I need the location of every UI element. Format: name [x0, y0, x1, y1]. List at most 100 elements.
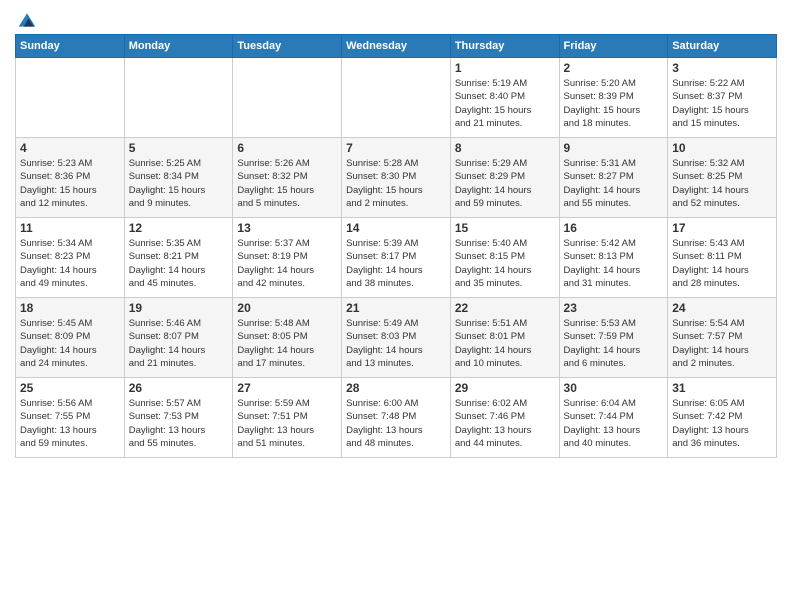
day-number: 9	[564, 141, 664, 155]
calendar-cell: 10 Sunrise: 5:32 AM Sunset: 8:25 PM Dayli…	[668, 138, 777, 218]
calendar-cell: 25 Sunrise: 5:56 AM Sunset: 7:55 PM Dayli…	[16, 378, 125, 458]
day-info: Sunrise: 6:02 AM Sunset: 7:46 PM Dayligh…	[455, 397, 555, 450]
day-number: 3	[672, 61, 772, 75]
day-number: 25	[20, 381, 120, 395]
day-number: 10	[672, 141, 772, 155]
calendar: SundayMondayTuesdayWednesdayThursdayFrid…	[15, 34, 777, 458]
day-number: 29	[455, 381, 555, 395]
day-info: Sunrise: 5:46 AM Sunset: 8:07 PM Dayligh…	[129, 317, 229, 370]
day-number: 26	[129, 381, 229, 395]
calendar-cell: 1 Sunrise: 5:19 AM Sunset: 8:40 PM Daylig…	[450, 58, 559, 138]
logo-text	[15, 10, 37, 30]
day-number: 5	[129, 141, 229, 155]
day-number: 13	[237, 221, 337, 235]
day-number: 6	[237, 141, 337, 155]
day-number: 31	[672, 381, 772, 395]
day-info: Sunrise: 5:23 AM Sunset: 8:36 PM Dayligh…	[20, 157, 120, 210]
calendar-col-header: Tuesday	[233, 35, 342, 58]
day-info: Sunrise: 5:25 AM Sunset: 8:34 PM Dayligh…	[129, 157, 229, 210]
day-info: Sunrise: 5:40 AM Sunset: 8:15 PM Dayligh…	[455, 237, 555, 290]
calendar-cell: 21Sunrise: 5:49 AM Sunset: 8:03 PM Dayli…	[342, 298, 451, 378]
day-number: 28	[346, 381, 446, 395]
calendar-cell	[233, 58, 342, 138]
day-info: Sunrise: 5:49 AM Sunset: 8:03 PM Dayligh…	[346, 317, 446, 370]
calendar-cell: 8Sunrise: 5:29 AM Sunset: 8:29 PM Daylig…	[450, 138, 559, 218]
calendar-week-row: 25 Sunrise: 5:56 AM Sunset: 7:55 PM Dayli…	[16, 378, 777, 458]
day-info: Sunrise: 6:05 AM Sunset: 7:42 PM Dayligh…	[672, 397, 772, 450]
calendar-cell: 17 Sunrise: 5:43 AM Sunset: 8:11 PM Dayli…	[668, 218, 777, 298]
calendar-col-header: Friday	[559, 35, 668, 58]
calendar-cell: 9 Sunrise: 5:31 AM Sunset: 8:27 PM Daylig…	[559, 138, 668, 218]
day-info: Sunrise: 5:37 AM Sunset: 8:19 PM Dayligh…	[237, 237, 337, 290]
header	[15, 10, 777, 26]
day-number: 15	[455, 221, 555, 235]
day-info: Sunrise: 5:32 AM Sunset: 8:25 PM Dayligh…	[672, 157, 772, 210]
calendar-cell: 27 Sunrise: 5:59 AM Sunset: 7:51 PM Dayli…	[233, 378, 342, 458]
calendar-cell: 12Sunrise: 5:35 AM Sunset: 8:21 PM Dayli…	[124, 218, 233, 298]
day-info: Sunrise: 5:39 AM Sunset: 8:17 PM Dayligh…	[346, 237, 446, 290]
day-number: 1	[455, 61, 555, 75]
calendar-col-header: Wednesday	[342, 35, 451, 58]
calendar-cell: 14 Sunrise: 5:39 AM Sunset: 8:17 PM Dayli…	[342, 218, 451, 298]
calendar-week-row: 4 Sunrise: 5:23 AM Sunset: 8:36 PM Daylig…	[16, 138, 777, 218]
day-info: Sunrise: 5:53 AM Sunset: 7:59 PM Dayligh…	[564, 317, 664, 370]
calendar-cell: 26 Sunrise: 5:57 AM Sunset: 7:53 PM Dayli…	[124, 378, 233, 458]
day-info: Sunrise: 5:48 AM Sunset: 8:05 PM Dayligh…	[237, 317, 337, 370]
day-info: Sunrise: 6:04 AM Sunset: 7:44 PM Dayligh…	[564, 397, 664, 450]
day-number: 7	[346, 141, 446, 155]
day-info: Sunrise: 5:42 AM Sunset: 8:13 PM Dayligh…	[564, 237, 664, 290]
day-info: Sunrise: 5:34 AM Sunset: 8:23 PM Dayligh…	[20, 237, 120, 290]
calendar-cell: 5 Sunrise: 5:25 AM Sunset: 8:34 PM Daylig…	[124, 138, 233, 218]
day-info: Sunrise: 5:22 AM Sunset: 8:37 PM Dayligh…	[672, 77, 772, 130]
day-info: Sunrise: 5:51 AM Sunset: 8:01 PM Dayligh…	[455, 317, 555, 370]
calendar-cell: 6Sunrise: 5:26 AM Sunset: 8:32 PM Daylig…	[233, 138, 342, 218]
calendar-cell: 20 Sunrise: 5:48 AM Sunset: 8:05 PM Dayli…	[233, 298, 342, 378]
logo-icon	[17, 10, 37, 30]
day-number: 18	[20, 301, 120, 315]
calendar-cell: 29 Sunrise: 6:02 AM Sunset: 7:46 PM Dayli…	[450, 378, 559, 458]
page: SundayMondayTuesdayWednesdayThursdayFrid…	[0, 0, 792, 612]
calendar-cell: 3 Sunrise: 5:22 AM Sunset: 8:37 PM Daylig…	[668, 58, 777, 138]
calendar-cell: 7 Sunrise: 5:28 AM Sunset: 8:30 PM Daylig…	[342, 138, 451, 218]
day-info: Sunrise: 5:56 AM Sunset: 7:55 PM Dayligh…	[20, 397, 120, 450]
calendar-cell	[124, 58, 233, 138]
calendar-col-header: Sunday	[16, 35, 125, 58]
calendar-cell: 15 Sunrise: 5:40 AM Sunset: 8:15 PM Dayli…	[450, 218, 559, 298]
day-info: Sunrise: 5:43 AM Sunset: 8:11 PM Dayligh…	[672, 237, 772, 290]
calendar-cell: 24 Sunrise: 5:54 AM Sunset: 7:57 PM Dayli…	[668, 298, 777, 378]
day-number: 4	[20, 141, 120, 155]
calendar-cell	[342, 58, 451, 138]
calendar-cell: 16Sunrise: 5:42 AM Sunset: 8:13 PM Dayli…	[559, 218, 668, 298]
day-number: 14	[346, 221, 446, 235]
day-number: 12	[129, 221, 229, 235]
day-number: 22	[455, 301, 555, 315]
calendar-col-header: Saturday	[668, 35, 777, 58]
calendar-col-header: Thursday	[450, 35, 559, 58]
calendar-week-row: 18 Sunrise: 5:45 AM Sunset: 8:09 PM Dayli…	[16, 298, 777, 378]
calendar-col-header: Monday	[124, 35, 233, 58]
calendar-cell: 22 Sunrise: 5:51 AM Sunset: 8:01 PM Dayli…	[450, 298, 559, 378]
calendar-week-row: 1 Sunrise: 5:19 AM Sunset: 8:40 PM Daylig…	[16, 58, 777, 138]
day-info: Sunrise: 5:59 AM Sunset: 7:51 PM Dayligh…	[237, 397, 337, 450]
day-info: Sunrise: 5:57 AM Sunset: 7:53 PM Dayligh…	[129, 397, 229, 450]
day-info: Sunrise: 5:54 AM Sunset: 7:57 PM Dayligh…	[672, 317, 772, 370]
day-number: 17	[672, 221, 772, 235]
day-info: Sunrise: 5:28 AM Sunset: 8:30 PM Dayligh…	[346, 157, 446, 210]
calendar-header-row: SundayMondayTuesdayWednesdayThursdayFrid…	[16, 35, 777, 58]
logo	[15, 10, 37, 26]
day-number: 30	[564, 381, 664, 395]
day-info: Sunrise: 6:00 AM Sunset: 7:48 PM Dayligh…	[346, 397, 446, 450]
day-number: 27	[237, 381, 337, 395]
calendar-cell: 13 Sunrise: 5:37 AM Sunset: 8:19 PM Dayli…	[233, 218, 342, 298]
day-info: Sunrise: 5:29 AM Sunset: 8:29 PM Dayligh…	[455, 157, 555, 210]
calendar-cell: 4 Sunrise: 5:23 AM Sunset: 8:36 PM Daylig…	[16, 138, 125, 218]
day-number: 23	[564, 301, 664, 315]
day-number: 20	[237, 301, 337, 315]
calendar-cell: 11 Sunrise: 5:34 AM Sunset: 8:23 PM Dayli…	[16, 218, 125, 298]
day-info: Sunrise: 5:45 AM Sunset: 8:09 PM Dayligh…	[20, 317, 120, 370]
day-number: 11	[20, 221, 120, 235]
day-info: Sunrise: 5:19 AM Sunset: 8:40 PM Dayligh…	[455, 77, 555, 130]
day-info: Sunrise: 5:31 AM Sunset: 8:27 PM Dayligh…	[564, 157, 664, 210]
day-number: 24	[672, 301, 772, 315]
day-info: Sunrise: 5:20 AM Sunset: 8:39 PM Dayligh…	[564, 77, 664, 130]
